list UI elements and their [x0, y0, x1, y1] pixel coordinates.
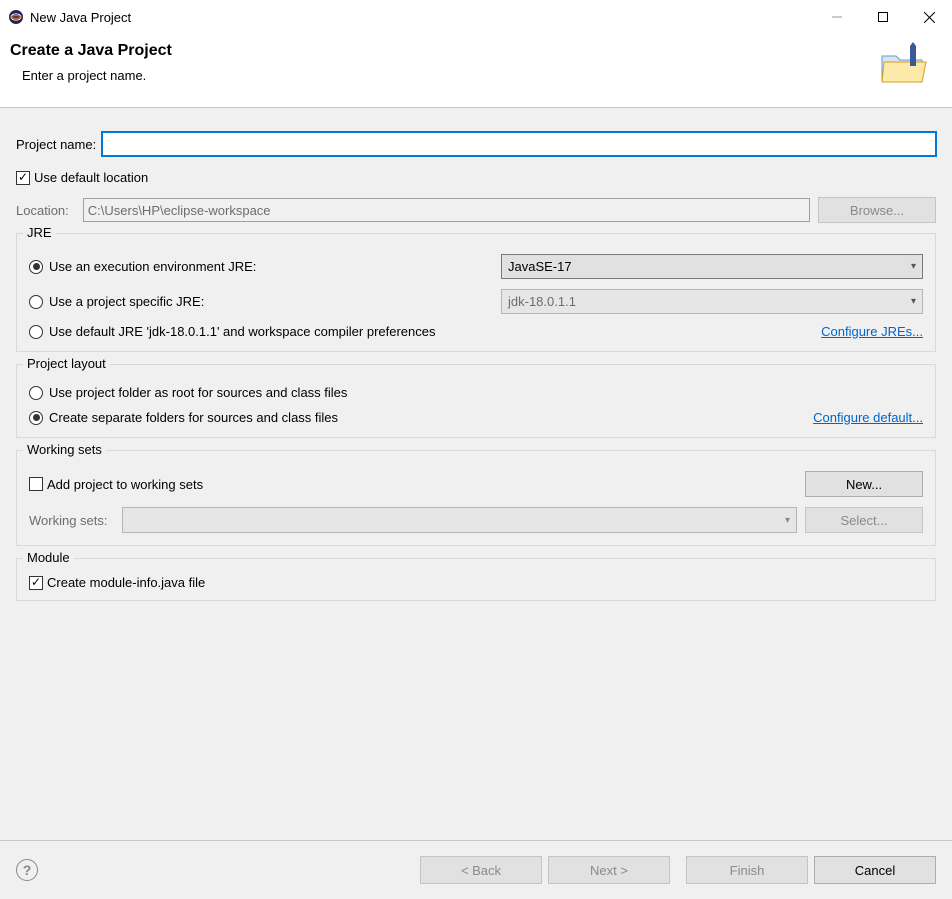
jre-specific-value: jdk-18.0.1.1	[508, 294, 576, 309]
chevron-down-icon: ▾	[911, 261, 916, 272]
minimize-button[interactable]	[814, 1, 860, 33]
eclipse-icon	[8, 9, 24, 25]
project-name-label: Project name:	[16, 137, 96, 152]
jre-env-value: JavaSE-17	[508, 259, 572, 274]
jre-default-label: Use default JRE 'jdk-18.0.1.1' and works…	[49, 324, 436, 339]
jre-specific-label: Use a project specific JRE:	[49, 294, 204, 309]
location-input	[83, 198, 810, 222]
radio-icon	[29, 386, 43, 400]
jre-specific-radio[interactable]: Use a project specific JRE:	[29, 294, 204, 309]
radio-icon	[29, 295, 43, 309]
chevron-down-icon: ▾	[911, 296, 916, 307]
radio-selected-icon	[29, 411, 43, 425]
project-name-input[interactable]	[102, 132, 936, 156]
back-button: < Back	[420, 856, 542, 884]
working-sets-dropdown: ▾	[122, 507, 797, 533]
use-default-location-checkbox[interactable]: Use default location	[16, 170, 148, 185]
new-working-set-button[interactable]: New...	[805, 471, 923, 497]
radio-selected-icon	[29, 260, 43, 274]
help-icon[interactable]: ?	[16, 859, 38, 881]
jre-specific-dropdown: jdk-18.0.1.1 ▾	[501, 289, 923, 314]
checkbox-icon	[16, 171, 30, 185]
next-button: Next >	[548, 856, 670, 884]
layout-root-radio[interactable]: Use project folder as root for sources a…	[29, 385, 347, 400]
radio-icon	[29, 325, 43, 339]
cancel-button[interactable]: Cancel	[814, 856, 936, 884]
page-title: Create a Java Project	[10, 42, 172, 60]
checkbox-icon	[29, 477, 43, 491]
jre-default-radio[interactable]: Use default JRE 'jdk-18.0.1.1' and works…	[29, 324, 436, 339]
jre-env-label: Use an execution environment JRE:	[49, 259, 256, 274]
layout-separate-label: Create separate folders for sources and …	[49, 410, 338, 425]
select-working-set-button: Select...	[805, 507, 923, 533]
working-sets-label: Working sets:	[29, 513, 108, 528]
close-button[interactable]	[906, 1, 952, 33]
jre-env-radio[interactable]: Use an execution environment JRE:	[29, 259, 256, 274]
configure-jres-link[interactable]: Configure JREs...	[821, 324, 923, 339]
browse-button: Browse...	[818, 197, 936, 223]
working-sets-legend: Working sets	[23, 442, 106, 457]
create-module-info-label: Create module-info.java file	[47, 575, 205, 590]
configure-default-link[interactable]: Configure default...	[813, 410, 923, 425]
add-to-working-sets-label: Add project to working sets	[47, 477, 203, 492]
layout-legend: Project layout	[23, 356, 110, 371]
use-default-location-label: Use default location	[34, 170, 148, 185]
maximize-button[interactable]	[860, 1, 906, 33]
layout-root-label: Use project folder as root for sources a…	[49, 385, 347, 400]
page-subtitle: Enter a project name.	[22, 68, 172, 83]
jre-env-dropdown[interactable]: JavaSE-17 ▾	[501, 254, 923, 279]
window-title: New Java Project	[30, 10, 131, 25]
chevron-down-icon: ▾	[785, 515, 790, 526]
create-module-info-checkbox[interactable]: Create module-info.java file	[29, 575, 205, 590]
add-to-working-sets-checkbox[interactable]: Add project to working sets	[29, 477, 203, 492]
wizard-folder-icon	[878, 42, 930, 91]
jre-legend: JRE	[23, 225, 56, 240]
checkbox-icon	[29, 576, 43, 590]
finish-button: Finish	[686, 856, 808, 884]
layout-separate-radio[interactable]: Create separate folders for sources and …	[29, 410, 338, 425]
location-label: Location:	[16, 203, 69, 218]
module-legend: Module	[23, 550, 74, 565]
